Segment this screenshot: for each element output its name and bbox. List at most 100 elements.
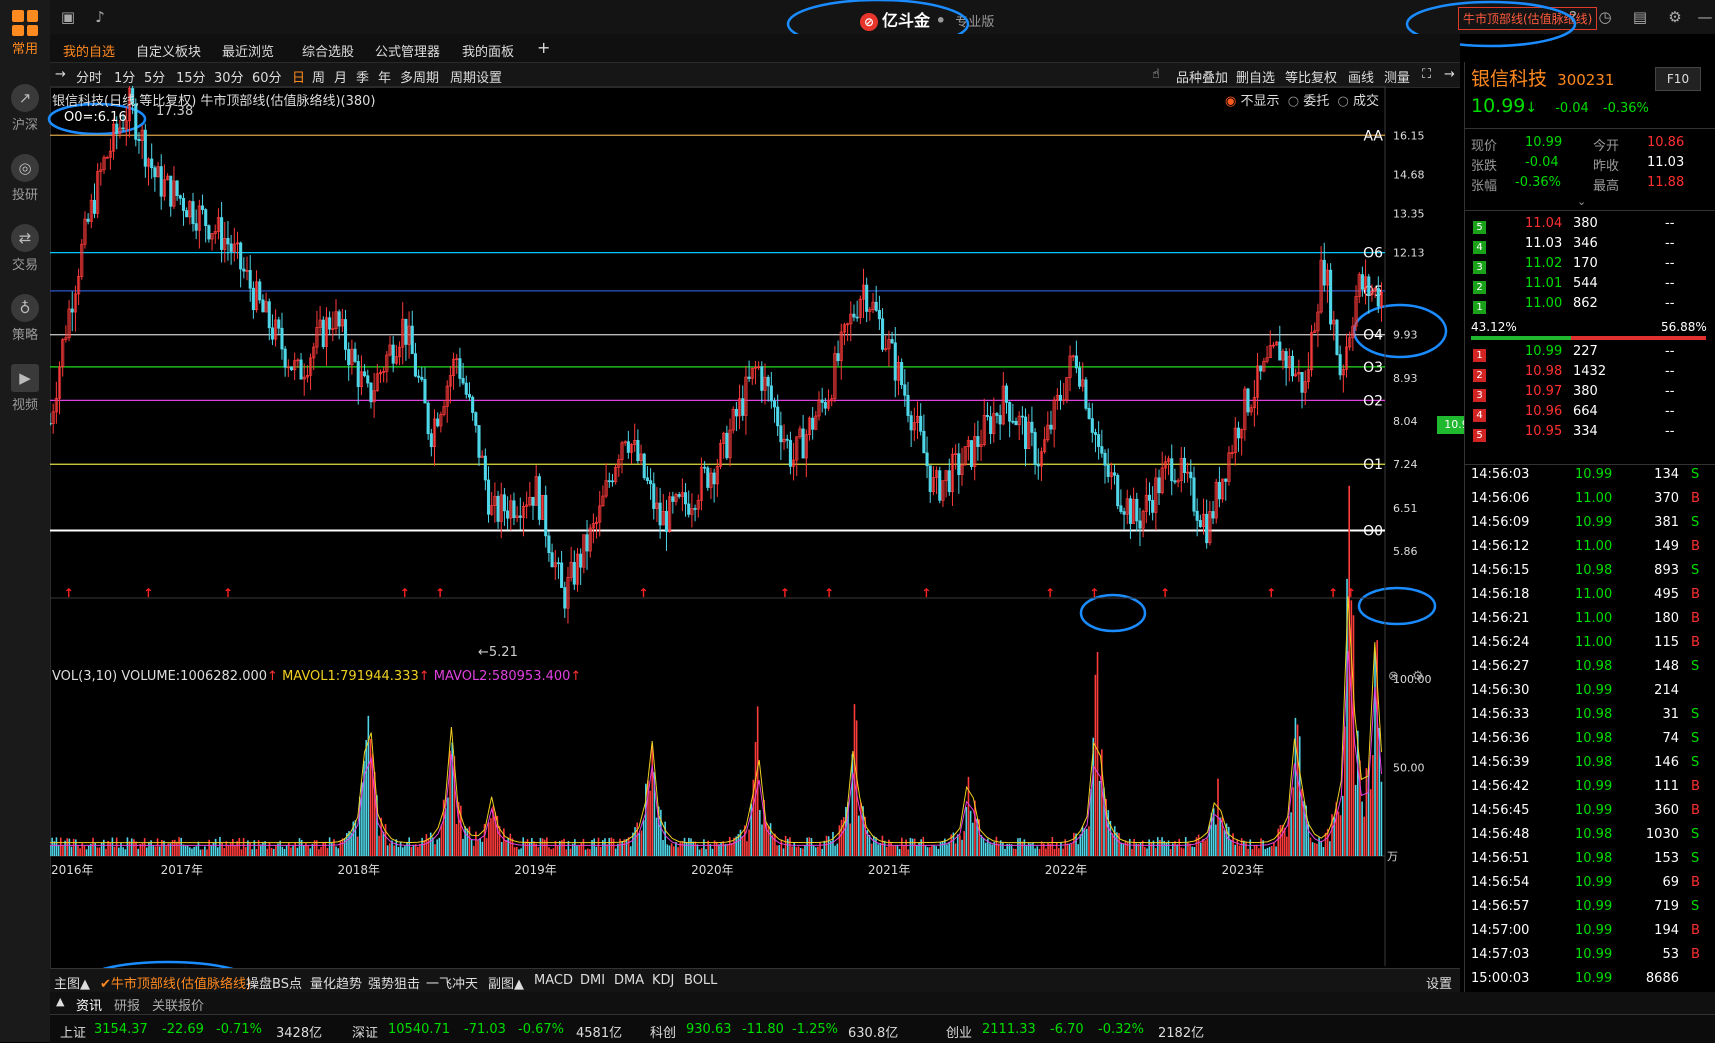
bid-row[interactable]: 1 10.99 227 -- <box>1465 344 1715 364</box>
indicator-main[interactable]: 主图▲ <box>54 973 90 992</box>
bid-row[interactable]: 3 10.97 380 -- <box>1465 384 1715 404</box>
add-tab-button[interactable]: + <box>537 38 550 57</box>
gear-icon[interactable]: ⚙ <box>1412 669 1424 684</box>
indicator-dma[interactable]: DMA <box>614 973 644 988</box>
tool-overlay[interactable]: 品种叠加 <box>1176 67 1228 86</box>
tool-measure[interactable]: 测量 <box>1384 67 1410 86</box>
minimize-icon[interactable]: — <box>1695 7 1715 27</box>
indicator-macd[interactable]: MACD <box>534 973 573 988</box>
f10-button[interactable]: F10 <box>1655 67 1701 91</box>
candle-body <box>1097 434 1101 447</box>
volume-bar <box>135 841 137 856</box>
indicator-kdj[interactable]: KDJ <box>652 973 674 988</box>
period-60min[interactable]: 60分 <box>252 67 282 86</box>
rail-item-research[interactable]: ◎ 投研 <box>0 154 50 203</box>
tab-related[interactable]: 关联报价 <box>152 995 204 1014</box>
volume-bar <box>204 846 206 856</box>
indicator-fly[interactable]: 一飞冲天 <box>426 973 478 992</box>
tool-draw[interactable]: 画线 <box>1348 67 1374 86</box>
rail-item-strategy[interactable]: ♁ 策略 <box>0 294 50 343</box>
radio-icon[interactable]: ○ <box>1288 94 1299 109</box>
menu-formula-manager[interactable]: 公式管理器 <box>375 41 440 60</box>
menu-my-panel[interactable]: 我的面板 <box>462 41 514 60</box>
period-year[interactable]: 年 <box>378 67 391 86</box>
tab-news[interactable]: 资讯 <box>76 995 102 1014</box>
menu-stock-screen[interactable]: 综合选股 <box>302 41 354 60</box>
bid-row[interactable]: 5 10.95 334 -- <box>1465 424 1715 444</box>
bid-row[interactable]: 2 10.98 1432 -- <box>1465 364 1715 384</box>
tick-side: S <box>1691 563 1700 578</box>
tool-adjust[interactable]: 等比复权 <box>1285 67 1337 86</box>
arrow-right-icon[interactable]: → <box>55 67 66 82</box>
menu-my-watchlist[interactable]: 我的自选 <box>63 41 115 60</box>
indicator-bs[interactable]: 操盘BS点 <box>246 973 302 992</box>
volume-bar <box>272 848 275 856</box>
period-5min[interactable]: 5分 <box>144 67 165 86</box>
tab-reports[interactable]: 研报 <box>114 995 140 1014</box>
period-15min[interactable]: 15分 <box>176 67 206 86</box>
radio-none[interactable]: 不显示 <box>1240 94 1279 109</box>
chevron-down-icon[interactable]: ⌄ <box>1577 195 1586 208</box>
indicator-settings[interactable]: 设置 <box>1426 973 1452 992</box>
indicator-bull-top[interactable]: ✔牛市顶部线(估值脉络线) <box>100 973 251 992</box>
kline-chart[interactable]: AAO6O5O4O3O2O1O016.1514.6813.3512.139.93… <box>48 72 1460 966</box>
volume-bar <box>761 824 763 856</box>
indicator-strong[interactable]: 强势狙击 <box>368 973 420 992</box>
indicator-sub[interactable]: 副图▲ <box>488 973 524 992</box>
close-icon[interactable]: ⊗ <box>1388 669 1399 684</box>
volume-bar <box>320 846 322 856</box>
collapse-icon[interactable]: ▲ <box>56 995 64 1008</box>
index-value: 930.63 <box>686 1022 732 1037</box>
index-name[interactable]: 科创 <box>650 1022 676 1041</box>
volume-bar <box>1253 845 1256 856</box>
indicator-quant[interactable]: 量化趋势 <box>310 973 362 992</box>
period-quarter[interactable]: 季 <box>356 67 369 86</box>
indicator-boll[interactable]: BOLL <box>684 973 717 988</box>
rail-item-hushen[interactable]: ↗ 沪深 <box>0 84 50 133</box>
fullscreen-icon[interactable]: ⛶ <box>1422 67 1431 82</box>
radio-selected-icon[interactable]: ◉ <box>1225 94 1236 109</box>
radio-deal[interactable]: 成交 <box>1353 94 1379 109</box>
arrow-right-icon[interactable]: → <box>1444 67 1455 82</box>
tick-price: 10.99 <box>1575 683 1613 698</box>
period-1min[interactable]: 1分 <box>114 67 135 86</box>
rail-item-video[interactable]: ▶ 视频 <box>0 364 50 413</box>
period-fenshi[interactable]: 分时 <box>76 67 102 86</box>
ask-row[interactable]: 5 11.04 380 -- <box>1465 216 1715 236</box>
ask-row[interactable]: 4 11.03 346 -- <box>1465 236 1715 256</box>
menu-recent[interactable]: 最近浏览 <box>222 41 274 60</box>
briefcase-icon[interactable]: ▣ <box>58 7 78 27</box>
period-month[interactable]: 月 <box>334 67 347 86</box>
rail-item-trade[interactable]: ⇄ 交易 <box>0 224 50 273</box>
period-week[interactable]: 周 <box>312 67 325 86</box>
tick-price: 10.98 <box>1575 707 1613 722</box>
index-name[interactable]: 创业 <box>946 1022 972 1041</box>
gear-icon[interactable]: ⚙ <box>1665 7 1685 27</box>
radio-order[interactable]: 委托 <box>1303 94 1329 109</box>
period-settings[interactable]: 周期设置 <box>450 67 502 86</box>
help-icon[interactable]: ? <box>1563 7 1583 27</box>
volume-bar <box>464 826 466 856</box>
indicator-dmi[interactable]: DMI <box>580 973 605 988</box>
volume-bar <box>546 837 548 856</box>
ask-row[interactable]: 2 11.01 544 -- <box>1465 276 1715 296</box>
period-multi[interactable]: 多周期 <box>400 67 439 86</box>
period-30min[interactable]: 30分 <box>214 67 244 86</box>
hand-icon[interactable]: ☝ <box>1152 67 1160 82</box>
tool-remove-watch[interactable]: 删自选 <box>1236 67 1275 86</box>
volume-bar <box>1199 842 1202 856</box>
ask-row[interactable]: 1 11.00 862 -- <box>1465 296 1715 316</box>
book-volume: 170 <box>1573 256 1598 271</box>
menu-custom-sector[interactable]: 自定义板块 <box>136 41 201 60</box>
layout-icon[interactable]: ▤ <box>1630 7 1650 27</box>
index-name[interactable]: 上证 <box>60 1022 86 1041</box>
chart-area[interactable]: AA O6 O5 O4 O3 O2 O1 O0 16.15 14.68 13.35 12.13 9.93… <box>48 72 1483 966</box>
index-name[interactable]: 深证 <box>352 1022 378 1041</box>
clock-icon[interactable]: ◷ <box>1595 7 1615 27</box>
radio-icon[interactable]: ○ <box>1338 94 1349 109</box>
bid-row[interactable]: 4 10.96 664 -- <box>1465 404 1715 424</box>
bell-icon[interactable]: ♪ <box>90 7 110 27</box>
ask-row[interactable]: 3 11.02 170 -- <box>1465 256 1715 276</box>
period-day[interactable]: 日 <box>292 67 305 86</box>
rail-item-common[interactable]: 常用 <box>0 10 50 57</box>
